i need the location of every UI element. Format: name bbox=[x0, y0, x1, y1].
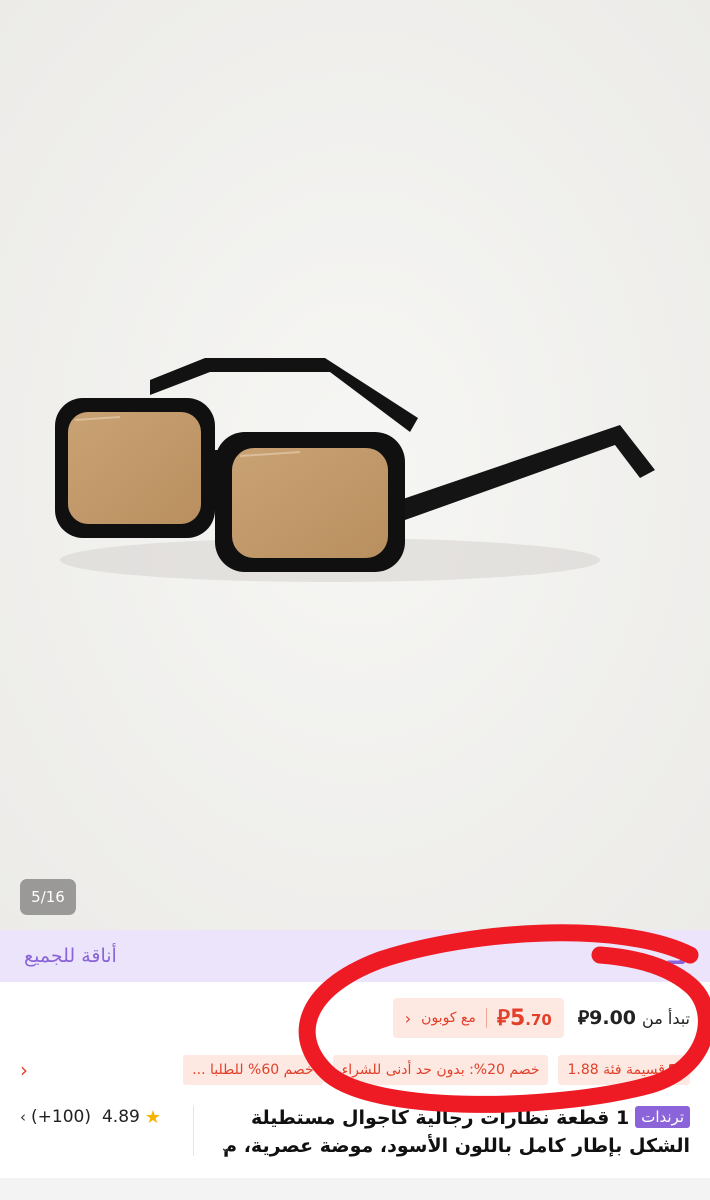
promo-chip-text: خصم 60% للطلبا ... bbox=[192, 1062, 314, 1078]
promo-banner-logo: تـ bbox=[667, 938, 688, 971]
product-title-text: 1 قطعة نظارات رجالية كاجوال مستطيلة الشك… bbox=[223, 1107, 690, 1157]
coupon-price-chip[interactable]: ⃁5.70 مع كوبون ‹ bbox=[392, 998, 564, 1038]
coupon-price-main: 5 bbox=[509, 1006, 526, 1031]
product-title[interactable]: ترندات1 قطعة نظارات رجالية كاجوال مستطيل… bbox=[220, 1104, 690, 1160]
promo-chip-discount[interactable]: خصم 20%: بدون حد أدنى للشراء bbox=[332, 1055, 549, 1085]
promo-chip-text: قسيمة فئة 1.88 bbox=[567, 1062, 665, 1078]
promo-chip-bulk-discount[interactable]: خصم 60% للطلبا ... bbox=[183, 1055, 323, 1085]
starts-from-label: تبدأ من bbox=[642, 1008, 690, 1028]
coupon-price-decimal: .70 bbox=[525, 1011, 552, 1029]
rating-summary[interactable]: ‹ (+100) 4.89 ★ bbox=[20, 1104, 161, 1130]
starts-from-amount: 9.00 bbox=[589, 1007, 637, 1029]
promo-chips-row: قسيمة فئة 1.88 خصم 20%: بدون حد أدنى للش… bbox=[20, 1055, 690, 1085]
currency-icon: ⃁ bbox=[577, 1007, 590, 1029]
rating-score: 4.89 bbox=[101, 1107, 140, 1127]
starts-from-price: تبدأ من ⃁9.00 bbox=[578, 1006, 690, 1030]
promo-banner-text: أناقة للجميع bbox=[24, 945, 117, 967]
promo-chip-text: خصم 20%: بدون حد أدنى للشراء bbox=[341, 1062, 540, 1078]
product-gallery[interactable]: 5/16 bbox=[0, 0, 710, 930]
sunglasses-image bbox=[0, 0, 710, 930]
chevron-left-icon: ‹ bbox=[20, 1108, 26, 1126]
coupon-divider bbox=[485, 1008, 487, 1028]
currency-icon: ⃁ bbox=[496, 1006, 510, 1031]
review-count: (+100) bbox=[31, 1107, 91, 1127]
chevron-left-icon: ‹ bbox=[404, 1008, 412, 1028]
image-counter: 5/16 bbox=[20, 879, 76, 915]
starts-from-value: ⃁9.00 bbox=[578, 1006, 636, 1030]
divider bbox=[193, 1106, 194, 1156]
promo-chip-coupon[interactable]: قسيمة فئة 1.88 bbox=[558, 1055, 690, 1085]
chevron-down-icon[interactable]: ⌄ bbox=[220, 1134, 232, 1162]
coupon-icon bbox=[669, 1064, 681, 1076]
price-row: تبدأ من ⃁9.00 ⃁5.70 مع كوبون ‹ bbox=[392, 997, 690, 1039]
coupon-label: مع كوبون bbox=[421, 1010, 476, 1026]
bottom-bar bbox=[0, 1178, 710, 1200]
coupon-price: ⃁5.70 bbox=[497, 1004, 552, 1032]
chevron-left-icon[interactable]: ‹ bbox=[20, 1058, 28, 1082]
star-icon: ★ bbox=[144, 1106, 161, 1128]
trend-badge: ترندات bbox=[635, 1106, 690, 1128]
